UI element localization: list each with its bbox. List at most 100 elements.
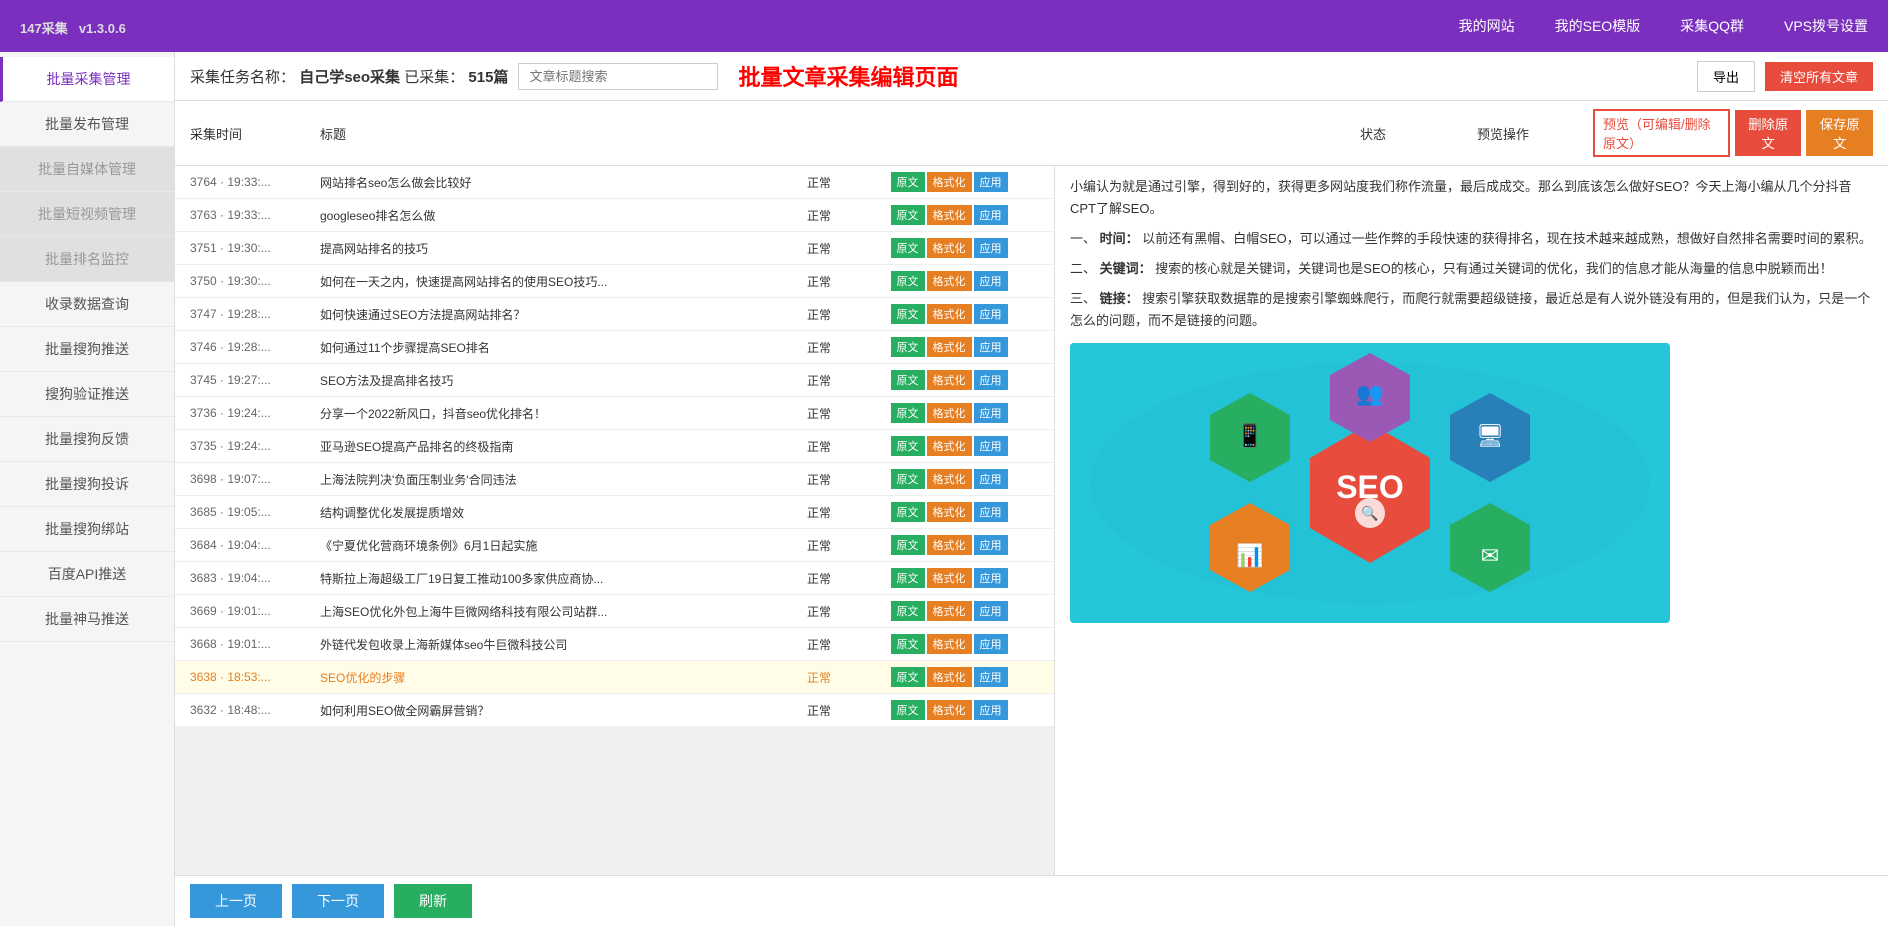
original-btn[interactable]: 原文 [891, 601, 925, 621]
original-btn[interactable]: 原文 [891, 403, 925, 423]
sidebar-item-sougou-push[interactable]: 批量搜狗推送 [0, 327, 174, 372]
original-btn[interactable]: 原文 [891, 304, 925, 324]
table-row[interactable]: 3684 · 19:04:... 《宁夏优化营商环境条例》6月1日起实施 正常 … [175, 529, 1054, 562]
apply-btn[interactable]: 应用 [974, 535, 1008, 555]
apply-btn[interactable]: 应用 [974, 304, 1008, 324]
apply-btn[interactable]: 应用 [974, 337, 1008, 357]
task-info: 采集任务名称： 自己学seo采集 已采集： 515篇 [190, 66, 508, 87]
apply-btn[interactable]: 应用 [974, 403, 1008, 423]
sidebar-item-sougou-feedback[interactable]: 批量搜狗反馈 [0, 417, 174, 462]
original-btn[interactable]: 原文 [891, 469, 925, 489]
format-btn[interactable]: 格式化 [927, 502, 972, 522]
format-btn[interactable]: 格式化 [927, 634, 972, 654]
clear-all-button[interactable]: 清空所有文章 [1765, 62, 1873, 91]
table-row[interactable]: 3764 · 19:33:... 网站排名seo怎么做会比较好 正常 原文 格式… [175, 166, 1054, 199]
refresh-button[interactable]: 刷新 [394, 884, 472, 918]
apply-btn[interactable]: 应用 [974, 436, 1008, 456]
row-status: 正常 [779, 339, 859, 356]
sidebar-item-sougou-complaint[interactable]: 批量搜狗投诉 [0, 462, 174, 507]
nav-vps-setting[interactable]: VPS拨号设置 [1784, 16, 1868, 36]
original-btn[interactable]: 原文 [891, 337, 925, 357]
original-btn[interactable]: 原文 [891, 436, 925, 456]
format-btn[interactable]: 格式化 [927, 370, 972, 390]
table-row[interactable]: 3763 · 19:33:... googleseo排名怎么做 正常 原文 格式… [175, 199, 1054, 232]
table-row-highlighted[interactable]: 3638 · 18:53:... SEO优化的步骤 正常 原文 格式化 应用 [175, 661, 1054, 694]
sidebar-item-batch-collect[interactable]: 批量采集管理 [0, 57, 174, 102]
original-btn[interactable]: 原文 [891, 502, 925, 522]
format-btn[interactable]: 格式化 [927, 238, 972, 258]
table-row[interactable]: 3683 · 19:04:... 特斯拉上海超级工厂19日复工推动100多家供应… [175, 562, 1054, 595]
apply-btn[interactable]: 应用 [974, 568, 1008, 588]
table-row[interactable]: 3735 · 19:24:... 亚马逊SEO提高产品排名的终极指南 正常 原文… [175, 430, 1054, 463]
format-btn[interactable]: 格式化 [927, 172, 972, 192]
apply-btn[interactable]: 应用 [974, 205, 1008, 225]
format-btn[interactable]: 格式化 [927, 667, 972, 687]
apply-btn[interactable]: 应用 [974, 700, 1008, 720]
format-btn[interactable]: 格式化 [927, 700, 972, 720]
preview-panel: 小编认为就是通过引擎，得到好的，获得更多网站度我们称作流量，最后成成交。那么到底… [1055, 166, 1888, 875]
sidebar-item-batch-publish[interactable]: 批量发布管理 [0, 102, 174, 147]
next-page-button[interactable]: 下一页 [292, 884, 384, 918]
apply-btn[interactable]: 应用 [974, 469, 1008, 489]
format-btn[interactable]: 格式化 [927, 304, 972, 324]
preview-section2: 二、 关键词： 搜索的核心就是关键词，关键词也是SEO的核心，只有通过关键词的优… [1070, 258, 1873, 280]
table-row[interactable]: 3736 · 19:24:... 分享一个2022新风口，抖音seo优化排名！ … [175, 397, 1054, 430]
original-btn[interactable]: 原文 [891, 700, 925, 720]
nav-my-site[interactable]: 我的网站 [1459, 16, 1515, 36]
row-status: 正常 [779, 702, 859, 719]
export-button[interactable]: 导出 [1697, 61, 1755, 92]
original-btn[interactable]: 原文 [891, 667, 925, 687]
original-btn[interactable]: 原文 [891, 568, 925, 588]
format-btn[interactable]: 格式化 [927, 205, 972, 225]
nav-qq-group[interactable]: 采集QQ群 [1680, 16, 1744, 36]
format-btn[interactable]: 格式化 [927, 271, 972, 291]
search-input[interactable] [518, 63, 718, 90]
table-row[interactable]: 3745 · 19:27:... SEO方法及提高排名技巧 正常 原文 格式化 … [175, 364, 1054, 397]
sidebar-item-baidu-api[interactable]: 百度API推送 [0, 552, 174, 597]
table-row[interactable]: 3698 · 19:07:... 上海法院判决'负面压制业务'合同违法 正常 原… [175, 463, 1054, 496]
format-btn[interactable]: 格式化 [927, 469, 972, 489]
format-btn[interactable]: 格式化 [927, 436, 972, 456]
table-row[interactable]: 3750 · 19:30:... 如何在一天之内，快速提高网站排名的使用SEO技… [175, 265, 1054, 298]
row-title: 特斯拉上海超级工厂19日复工推动100多家供应商协... [320, 570, 779, 587]
original-btn[interactable]: 原文 [891, 535, 925, 555]
format-btn[interactable]: 格式化 [927, 535, 972, 555]
sidebar-item-sougou-verify[interactable]: 搜狗验证推送 [0, 372, 174, 417]
format-btn[interactable]: 格式化 [927, 403, 972, 423]
delete-original-button[interactable]: 删除原文 [1735, 110, 1802, 156]
table-row[interactable]: 3746 · 19:28:... 如何通过11个步骤提高SEO排名 正常 原文 … [175, 331, 1054, 364]
format-btn[interactable]: 格式化 [927, 337, 972, 357]
apply-btn[interactable]: 应用 [974, 238, 1008, 258]
table-row[interactable]: 3669 · 19:01:... 上海SEO优化外包上海牛巨微网络科技有限公司站… [175, 595, 1054, 628]
apply-btn[interactable]: 应用 [974, 271, 1008, 291]
save-original-button[interactable]: 保存原文 [1806, 110, 1873, 156]
table-row[interactable]: 3668 · 19:01:... 外链代发包收录上海新媒体seo牛巨微科技公司 … [175, 628, 1054, 661]
apply-btn[interactable]: 应用 [974, 634, 1008, 654]
table-row[interactable]: 3747 · 19:28:... 如何快速通过SEO方法提高网站排名？ 正常 原… [175, 298, 1054, 331]
table-row[interactable]: 3632 · 18:48:... 如何利用SEO做全网霸屏营销？ 正常 原文 格… [175, 694, 1054, 727]
row-actions: 原文 格式化 应用 [859, 205, 1039, 225]
nav-seo-template[interactable]: 我的SEO模版 [1555, 16, 1641, 36]
table-row[interactable]: 3751 · 19:30:... 提高网站排名的技巧 正常 原文 格式化 应用 [175, 232, 1054, 265]
original-btn[interactable]: 原文 [891, 634, 925, 654]
format-btn[interactable]: 格式化 [927, 568, 972, 588]
collected-label: 已采集： [404, 69, 464, 86]
original-btn[interactable]: 原文 [891, 172, 925, 192]
apply-btn[interactable]: 应用 [974, 370, 1008, 390]
apply-btn[interactable]: 应用 [974, 502, 1008, 522]
row-title: SEO方法及提高排名技巧 [320, 372, 779, 389]
original-btn[interactable]: 原文 [891, 238, 925, 258]
sidebar-item-sougou-bind[interactable]: 批量搜狗绑站 [0, 507, 174, 552]
apply-btn[interactable]: 应用 [974, 172, 1008, 192]
table-row[interactable]: 3685 · 19:05:... 结构调整优化发展提质增效 正常 原文 格式化 … [175, 496, 1054, 529]
original-btn[interactable]: 原文 [891, 271, 925, 291]
format-btn[interactable]: 格式化 [927, 601, 972, 621]
row-actions: 原文 格式化 应用 [859, 238, 1039, 258]
sidebar-item-shenma-push[interactable]: 批量神马推送 [0, 597, 174, 642]
original-btn[interactable]: 原文 [891, 370, 925, 390]
original-btn[interactable]: 原文 [891, 205, 925, 225]
apply-btn[interactable]: 应用 [974, 667, 1008, 687]
sidebar-item-record-query[interactable]: 收录数据查询 [0, 282, 174, 327]
apply-btn[interactable]: 应用 [974, 601, 1008, 621]
prev-page-button[interactable]: 上一页 [190, 884, 282, 918]
